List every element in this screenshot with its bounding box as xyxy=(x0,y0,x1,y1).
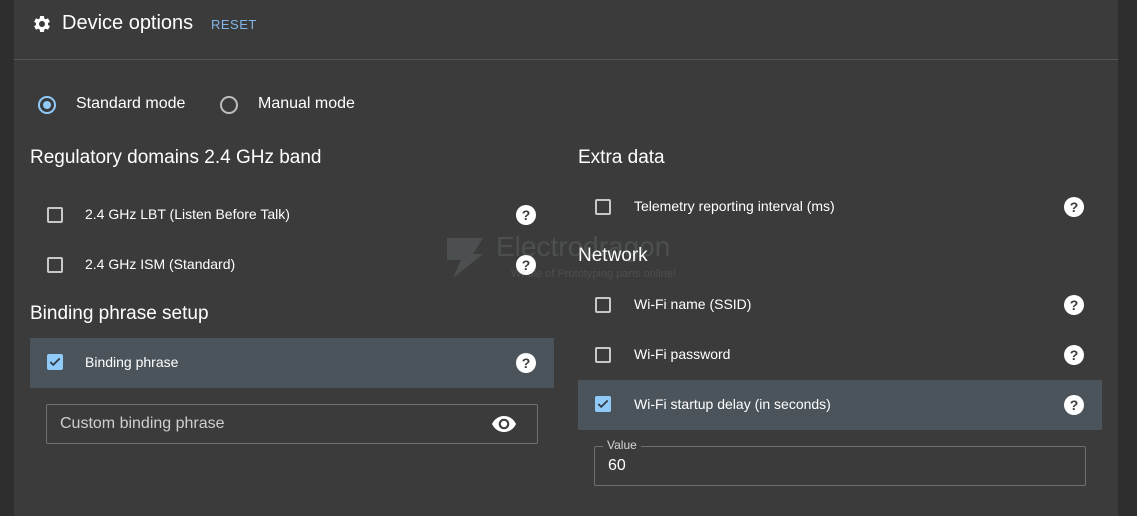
standard-mode-label[interactable]: Standard mode xyxy=(76,95,185,113)
watermark-subtext: Whole of Prototyping parts online! xyxy=(511,268,677,280)
wifi-ssid-checkbox[interactable] xyxy=(595,297,611,313)
manual-mode-label[interactable]: Manual mode xyxy=(258,95,355,113)
page-margin-left xyxy=(0,0,13,516)
standard-mode-radio[interactable] xyxy=(38,96,56,114)
wifi-password-label: Wi-Fi password xyxy=(634,346,731,362)
watermark: Electrodragon Whole of Prototyping parts… xyxy=(441,231,676,285)
manual-mode-radio[interactable] xyxy=(220,96,238,114)
binding-phrase-setup-title: Binding phrase setup xyxy=(30,303,209,324)
wifi-startup-delay-label: Wi-Fi startup delay (in seconds) xyxy=(634,396,831,412)
page-title: Device options xyxy=(62,12,194,34)
help-icon[interactable]: ? xyxy=(1064,345,1084,365)
help-icon[interactable]: ? xyxy=(516,205,536,225)
telemetry-interval-checkbox[interactable] xyxy=(595,199,611,215)
help-icon[interactable]: ? xyxy=(1064,197,1084,217)
extra-data-title: Extra data xyxy=(578,147,665,168)
watermark-logo-icon xyxy=(447,238,483,278)
regulatory-domains-title: Regulatory domains 2.4 GHz band xyxy=(30,147,322,168)
binding-phrase-label: Binding phrase xyxy=(85,354,179,370)
binding-phrase-checkbox[interactable] xyxy=(47,354,63,370)
help-icon[interactable]: ? xyxy=(1064,295,1084,315)
check-icon xyxy=(49,357,61,367)
check-icon xyxy=(597,399,609,409)
page-margin-right xyxy=(1118,0,1137,516)
value-field-value[interactable]: 60 xyxy=(608,457,626,475)
panel-header: Device options RESET xyxy=(14,0,1118,60)
lbt-label: 2.4 GHz LBT (Listen Before Talk) xyxy=(85,206,290,222)
help-icon[interactable]: ? xyxy=(1064,395,1084,415)
lbt-checkbox[interactable] xyxy=(47,207,63,223)
custom-binding-phrase-placeholder: Custom binding phrase xyxy=(60,415,225,432)
reset-button[interactable]: RESET xyxy=(211,17,257,32)
value-field-label: Value xyxy=(603,438,641,452)
ism-checkbox[interactable] xyxy=(47,257,63,273)
help-icon[interactable]: ? xyxy=(516,353,536,373)
watermark-text: Electrodragon xyxy=(496,231,671,262)
telemetry-interval-label: Telemetry reporting interval (ms) xyxy=(634,198,835,214)
device-options-panel: Device options RESET Standard mode Manua… xyxy=(13,0,1119,516)
wifi-startup-delay-checkbox[interactable] xyxy=(595,396,611,412)
gear-icon xyxy=(34,15,50,32)
eye-icon[interactable] xyxy=(492,416,516,432)
ism-label: 2.4 GHz ISM (Standard) xyxy=(85,256,236,272)
wifi-startup-delay-value-input[interactable] xyxy=(594,446,1086,486)
wifi-password-checkbox[interactable] xyxy=(595,347,611,363)
wifi-ssid-label: Wi-Fi name (SSID) xyxy=(634,296,752,312)
